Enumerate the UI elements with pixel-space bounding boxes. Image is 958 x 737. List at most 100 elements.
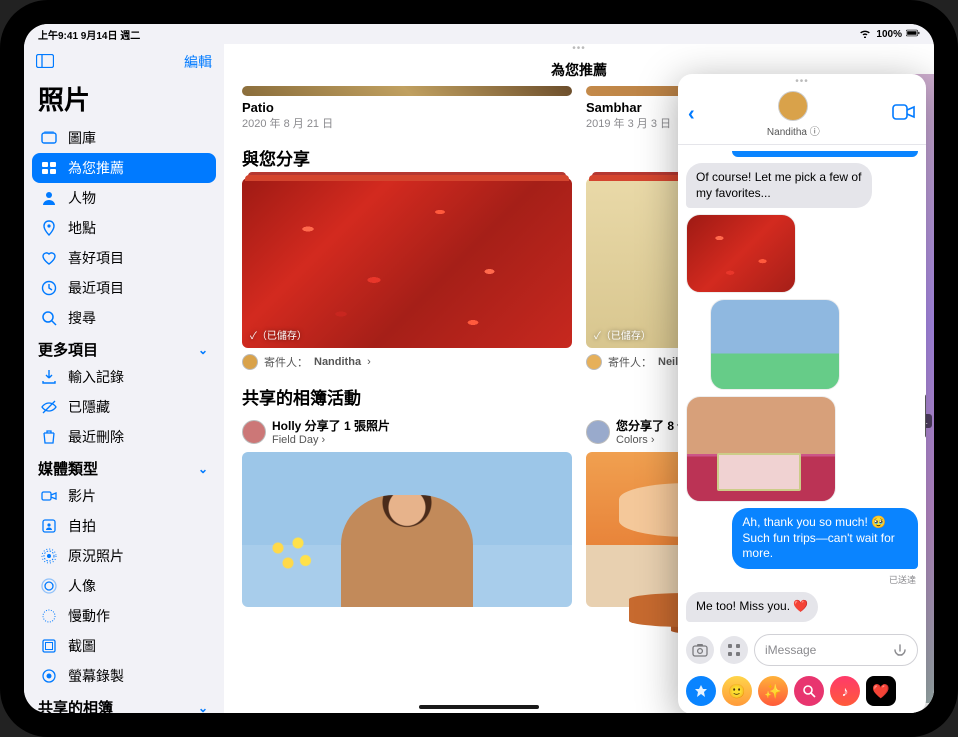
sidebar-item-label: 自拍 — [68, 516, 96, 536]
memoji-app-icon[interactable]: 🙂 — [722, 676, 752, 706]
contact-header[interactable]: Nanditha ⓘ — [767, 91, 820, 138]
chevron-right-icon: › — [367, 356, 371, 368]
video-icon — [40, 487, 58, 505]
message-bubble-out-partial — [732, 151, 918, 157]
import-icon — [40, 368, 58, 386]
app-title: 照片 — [32, 80, 216, 123]
app-drawer-button[interactable] — [720, 636, 748, 664]
sidebar-item-videos[interactable]: 影片 — [32, 481, 216, 511]
avatar — [242, 420, 266, 444]
screenshot-icon — [40, 637, 58, 655]
appstore-app-icon[interactable] — [686, 676, 716, 706]
message-placeholder: iMessage — [765, 643, 816, 657]
people-icon — [40, 189, 58, 207]
messages-slideover: ••• ‹ Nanditha ⓘ Of course! Let me pick … — [678, 74, 926, 713]
photos-search-app-icon[interactable] — [794, 676, 824, 706]
sidebar-section-more[interactable]: 更多項目 ⌄ — [32, 333, 216, 362]
message-image[interactable] — [686, 214, 796, 293]
chevron-down-icon: ⌄ — [198, 343, 208, 357]
sidebar-item-recent[interactable]: 最近項目 — [32, 273, 216, 303]
sender-prefix: 寄件人： — [264, 354, 308, 370]
selfie-icon — [40, 517, 58, 535]
slideover-handle[interactable] — [925, 394, 926, 438]
saved-badge: ✓（已儲存） — [250, 327, 307, 342]
sidebar-item-favorites[interactable]: 喜好項目 — [32, 243, 216, 273]
sender-name: Neil — [658, 356, 678, 368]
sidebar-item-hidden[interactable]: 已隱藏 — [32, 392, 216, 422]
sidebar-section-media-types[interactable]: 媒體類型 ⌄ — [32, 452, 216, 481]
edit-button[interactable]: 編輯 — [184, 52, 212, 72]
album-activity-tile[interactable]: Holly 分享了 1 張照片 Field Day › — [242, 417, 572, 607]
sidebar-item-label: 人物 — [68, 188, 96, 208]
clock-icon — [40, 279, 58, 297]
message-image[interactable] — [710, 299, 840, 390]
message-input[interactable]: iMessage — [754, 634, 918, 666]
sidebar-item-slomo[interactable]: 慢動作 — [32, 601, 216, 631]
sidebar-item-label: 影片 — [68, 486, 96, 506]
sidebar-item-label: 截圖 — [68, 636, 96, 656]
message-bubble-in[interactable]: Me too! Miss you. ❤️ — [686, 592, 818, 622]
message-bubble-out[interactable]: Ah, thank you so much! 🥹 Such fun trips—… — [732, 508, 918, 569]
status-battery-icon — [906, 28, 920, 41]
library-icon — [40, 129, 58, 147]
sidebar-item-screenshots[interactable]: 截圖 — [32, 631, 216, 661]
digital-touch-app-icon[interactable]: ❤️ — [866, 676, 896, 706]
sidebar-toggle-icon[interactable] — [36, 54, 54, 71]
sidebar-item-people[interactable]: 人物 — [32, 183, 216, 213]
dictation-button[interactable] — [889, 639, 911, 661]
sidebar-item-label: 喜好項目 — [68, 248, 124, 268]
avatar — [242, 354, 258, 370]
sidebar-item-recently-deleted[interactable]: 最近刪除 — [32, 422, 216, 452]
album-name: Field Day › — [272, 434, 390, 446]
saved-badge: ✓（已儲存） — [594, 327, 651, 342]
memory-tile[interactable]: Patio 2020 年 8 月 21 日 — [242, 86, 572, 131]
sidebar-item-places[interactable]: 地點 — [32, 213, 216, 243]
search-icon — [40, 309, 58, 327]
sidebar-item-portrait[interactable]: 人像 — [32, 571, 216, 601]
sidebar-item-search[interactable]: 搜尋 — [32, 303, 216, 333]
photos-sidebar: 編輯 照片 圖庫 為您推薦 人物 地點 — [24, 44, 224, 713]
music-app-icon[interactable]: ♪ — [830, 676, 860, 706]
sidebar-item-label: 螢幕錄製 — [68, 666, 124, 686]
shared-sender[interactable]: 寄件人： Nanditha › — [242, 354, 572, 370]
sidebar-item-label: 最近項目 — [68, 278, 124, 298]
sidebar-item-live-photos[interactable]: 原況照片 — [32, 541, 216, 571]
home-indicator[interactable] — [419, 705, 539, 709]
sidebar-item-foryou[interactable]: 為您推薦 — [32, 153, 216, 183]
camera-button[interactable] — [686, 636, 714, 664]
sidebar-item-library[interactable]: 圖庫 — [32, 123, 216, 153]
message-thread[interactable]: Of course! Let me pick a few of my favor… — [678, 145, 926, 628]
slomo-icon — [40, 607, 58, 625]
stickers-app-icon[interactable]: ✨ — [758, 676, 788, 706]
shared-stack[interactable]: ✓（已儲存） 寄件人： Nanditha › — [242, 178, 572, 370]
delivered-status: 已送達 — [887, 575, 918, 587]
sidebar-item-label: 圖庫 — [68, 128, 96, 148]
memory-thumbnail — [242, 86, 572, 96]
status-time: 上午9:41 9月14日 週二 — [38, 27, 140, 42]
shared-photo: ✓（已儲存） — [242, 178, 572, 348]
sidebar-item-label: 慢動作 — [68, 606, 110, 626]
facetime-button[interactable] — [892, 104, 916, 125]
sidebar-item-selfies[interactable]: 自拍 — [32, 511, 216, 541]
live-icon — [40, 547, 58, 565]
album-thumbnail — [242, 452, 572, 607]
status-bar: 上午9:41 9月14日 週二 100% — [24, 24, 934, 44]
sender-prefix: 寄件人： — [608, 354, 652, 370]
sidebar-section-shared-albums[interactable]: 共享的相簿 ⌄ — [32, 691, 216, 713]
back-button[interactable]: ‹ — [688, 103, 695, 126]
portrait-icon — [40, 577, 58, 595]
contact-name: Nanditha ⓘ — [767, 123, 820, 138]
sidebar-item-label: 搜尋 — [68, 308, 96, 328]
sidebar-item-screen-recording[interactable]: 螢幕錄製 — [32, 661, 216, 691]
memory-date: 2020 年 8 月 21 日 — [242, 115, 572, 131]
heart-icon — [40, 249, 58, 267]
message-bubble-in[interactable]: Of course! Let me pick a few of my favor… — [686, 163, 872, 208]
slideover-grip-icon[interactable]: ••• — [678, 74, 926, 89]
trash-icon — [40, 428, 58, 446]
message-image[interactable] — [686, 396, 836, 502]
avatar — [586, 420, 610, 444]
sidebar-item-label: 原況照片 — [68, 546, 124, 566]
status-wifi-icon — [858, 28, 872, 41]
slideover-grip-icon[interactable]: ••• — [242, 44, 916, 52]
sidebar-item-imports[interactable]: 輸入記錄 — [32, 362, 216, 392]
